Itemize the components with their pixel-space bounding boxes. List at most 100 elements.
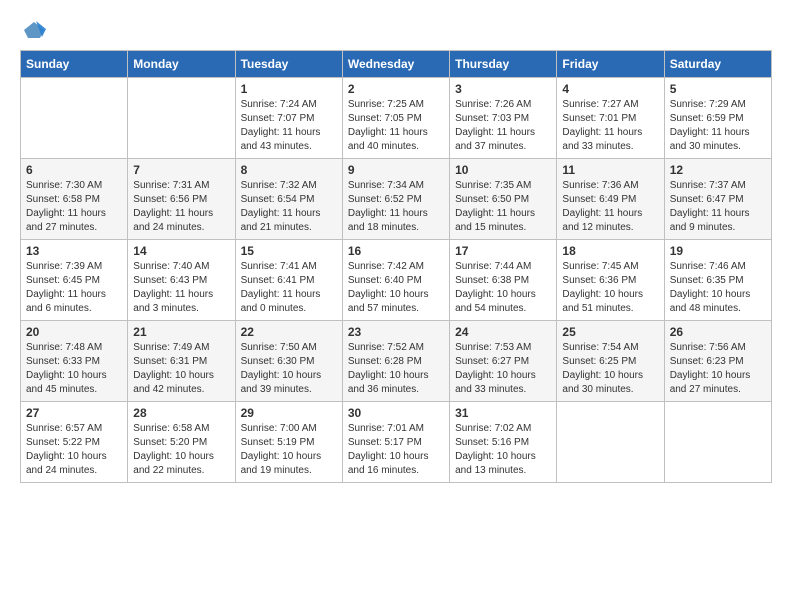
day-info: Sunrise: 7:30 AMSunset: 6:58 PMDaylight:… <box>26 179 122 235</box>
calendar-cell: 20 Sunrise: 7:48 AMSunset: 6:33 PMDayligh… <box>21 321 128 402</box>
day-number: 14 <box>133 244 229 258</box>
day-number: 29 <box>241 406 337 420</box>
calendar-cell: 10 Sunrise: 7:35 AMSunset: 6:50 PMDayligh… <box>450 159 557 240</box>
day-number: 16 <box>348 244 444 258</box>
calendar-cell: 30 Sunrise: 7:01 AMSunset: 5:17 PMDayligh… <box>342 402 449 483</box>
day-info: Sunrise: 7:31 AMSunset: 6:56 PMDaylight:… <box>133 179 229 235</box>
day-number: 23 <box>348 325 444 339</box>
calendar-cell <box>21 78 128 159</box>
day-info: Sunrise: 7:24 AMSunset: 7:07 PMDaylight:… <box>241 98 337 154</box>
calendar-cell: 18Sunrise: 7:45 AMSunset: 6:36 PMDayligh… <box>557 240 664 321</box>
day-info: Sunrise: 7:35 AMSunset: 6:50 PMDaylight:… <box>455 179 551 235</box>
calendar-header-row: SundayMondayTuesdayWednesdayThursdayFrid… <box>21 51 772 78</box>
calendar-cell: 28 Sunrise: 6:58 AMSunset: 5:20 PMDayligh… <box>128 402 235 483</box>
logo-icon <box>22 20 46 40</box>
day-info: Sunrise: 6:58 AMSunset: 5:20 PMDaylight:… <box>133 422 229 478</box>
weekday-header: Tuesday <box>235 51 342 78</box>
calendar-cell: 24 Sunrise: 7:53 AMSunset: 6:27 PMDayligh… <box>450 321 557 402</box>
day-number: 10 <box>455 163 551 177</box>
calendar-cell: 2 Sunrise: 7:25 AMSunset: 7:05 PMDaylight… <box>342 78 449 159</box>
day-number: 7 <box>133 163 229 177</box>
calendar-cell: 11 Sunrise: 7:36 AMSunset: 6:49 PMDayligh… <box>557 159 664 240</box>
day-info: Sunrise: 7:39 AMSunset: 6:45 PMDaylight:… <box>26 260 122 316</box>
day-info: Sunrise: 7:41 AMSunset: 6:41 PMDaylight:… <box>241 260 337 316</box>
calendar-cell: 1 Sunrise: 7:24 AMSunset: 7:07 PMDaylight… <box>235 78 342 159</box>
calendar-cell: 23 Sunrise: 7:52 AMSunset: 6:28 PMDayligh… <box>342 321 449 402</box>
calendar-week-row: 1 Sunrise: 7:24 AMSunset: 7:07 PMDaylight… <box>21 78 772 159</box>
weekday-header: Thursday <box>450 51 557 78</box>
calendar-cell: 31 Sunrise: 7:02 AMSunset: 5:16 PMDayligh… <box>450 402 557 483</box>
weekday-header: Friday <box>557 51 664 78</box>
day-info: Sunrise: 7:02 AMSunset: 5:16 PMDaylight:… <box>455 422 551 478</box>
calendar-cell: 9Sunrise: 7:34 AMSunset: 6:52 PMDaylight… <box>342 159 449 240</box>
calendar-week-row: 13 Sunrise: 7:39 AMSunset: 6:45 PMDayligh… <box>21 240 772 321</box>
calendar-cell: 5 Sunrise: 7:29 AMSunset: 6:59 PMDaylight… <box>664 78 771 159</box>
day-number: 11 <box>562 163 658 177</box>
calendar-week-row: 27 Sunrise: 6:57 AMSunset: 5:22 PMDayligh… <box>21 402 772 483</box>
day-info: Sunrise: 7:53 AMSunset: 6:27 PMDaylight:… <box>455 341 551 397</box>
day-info: Sunrise: 7:49 AMSunset: 6:31 PMDaylight:… <box>133 341 229 397</box>
day-number: 3 <box>455 82 551 96</box>
day-info: Sunrise: 7:32 AMSunset: 6:54 PMDaylight:… <box>241 179 337 235</box>
day-number: 13 <box>26 244 122 258</box>
calendar-cell: 26 Sunrise: 7:56 AMSunset: 6:23 PMDayligh… <box>664 321 771 402</box>
day-info: Sunrise: 7:27 AMSunset: 7:01 PMDaylight:… <box>562 98 658 154</box>
calendar-cell: 8 Sunrise: 7:32 AMSunset: 6:54 PMDaylight… <box>235 159 342 240</box>
calendar-week-row: 6 Sunrise: 7:30 AMSunset: 6:58 PMDaylight… <box>21 159 772 240</box>
day-number: 28 <box>133 406 229 420</box>
day-info: Sunrise: 6:57 AMSunset: 5:22 PMDaylight:… <box>26 422 122 478</box>
calendar-cell: 19Sunrise: 7:46 AMSunset: 6:35 PMDayligh… <box>664 240 771 321</box>
day-info: Sunrise: 7:01 AMSunset: 5:17 PMDaylight:… <box>348 422 444 478</box>
day-number: 9 <box>348 163 444 177</box>
day-info: Sunrise: 7:45 AMSunset: 6:36 PMDaylight:… <box>562 260 658 316</box>
weekday-header: Saturday <box>664 51 771 78</box>
calendar-table: SundayMondayTuesdayWednesdayThursdayFrid… <box>20 50 772 483</box>
calendar-cell: 12Sunrise: 7:37 AMSunset: 6:47 PMDayligh… <box>664 159 771 240</box>
day-number: 2 <box>348 82 444 96</box>
calendar-cell: 17 Sunrise: 7:44 AMSunset: 6:38 PMDayligh… <box>450 240 557 321</box>
day-info: Sunrise: 7:42 AMSunset: 6:40 PMDaylight:… <box>348 260 444 316</box>
calendar-cell: 29Sunrise: 7:00 AMSunset: 5:19 PMDayligh… <box>235 402 342 483</box>
day-number: 6 <box>26 163 122 177</box>
weekday-header: Sunday <box>21 51 128 78</box>
day-info: Sunrise: 7:25 AMSunset: 7:05 PMDaylight:… <box>348 98 444 154</box>
day-info: Sunrise: 7:48 AMSunset: 6:33 PMDaylight:… <box>26 341 122 397</box>
day-info: Sunrise: 7:37 AMSunset: 6:47 PMDaylight:… <box>670 179 766 235</box>
day-number: 17 <box>455 244 551 258</box>
day-number: 20 <box>26 325 122 339</box>
day-info: Sunrise: 7:46 AMSunset: 6:35 PMDaylight:… <box>670 260 766 316</box>
day-number: 31 <box>455 406 551 420</box>
day-info: Sunrise: 7:44 AMSunset: 6:38 PMDaylight:… <box>455 260 551 316</box>
calendar-cell: 25 Sunrise: 7:54 AMSunset: 6:25 PMDayligh… <box>557 321 664 402</box>
calendar-cell <box>664 402 771 483</box>
day-info: Sunrise: 7:40 AMSunset: 6:43 PMDaylight:… <box>133 260 229 316</box>
day-number: 26 <box>670 325 766 339</box>
calendar-cell <box>128 78 235 159</box>
day-info: Sunrise: 7:56 AMSunset: 6:23 PMDaylight:… <box>670 341 766 397</box>
calendar-cell: 7 Sunrise: 7:31 AMSunset: 6:56 PMDaylight… <box>128 159 235 240</box>
calendar-cell: 16 Sunrise: 7:42 AMSunset: 6:40 PMDayligh… <box>342 240 449 321</box>
day-number: 22 <box>241 325 337 339</box>
day-number: 5 <box>670 82 766 96</box>
day-info: Sunrise: 7:29 AMSunset: 6:59 PMDaylight:… <box>670 98 766 154</box>
day-info: Sunrise: 7:26 AMSunset: 7:03 PMDaylight:… <box>455 98 551 154</box>
calendar-cell <box>557 402 664 483</box>
calendar-cell: 27 Sunrise: 6:57 AMSunset: 5:22 PMDayligh… <box>21 402 128 483</box>
day-number: 27 <box>26 406 122 420</box>
day-info: Sunrise: 7:54 AMSunset: 6:25 PMDaylight:… <box>562 341 658 397</box>
calendar-cell: 21Sunrise: 7:49 AMSunset: 6:31 PMDayligh… <box>128 321 235 402</box>
day-number: 30 <box>348 406 444 420</box>
calendar-cell: 14 Sunrise: 7:40 AMSunset: 6:43 PMDayligh… <box>128 240 235 321</box>
calendar-week-row: 20 Sunrise: 7:48 AMSunset: 6:33 PMDayligh… <box>21 321 772 402</box>
weekday-header: Monday <box>128 51 235 78</box>
day-number: 25 <box>562 325 658 339</box>
calendar-cell: 15 Sunrise: 7:41 AMSunset: 6:41 PMDayligh… <box>235 240 342 321</box>
day-number: 24 <box>455 325 551 339</box>
day-info: Sunrise: 7:36 AMSunset: 6:49 PMDaylight:… <box>562 179 658 235</box>
day-number: 1 <box>241 82 337 96</box>
calendar-cell: 13 Sunrise: 7:39 AMSunset: 6:45 PMDayligh… <box>21 240 128 321</box>
logo <box>20 20 46 40</box>
day-number: 15 <box>241 244 337 258</box>
day-number: 8 <box>241 163 337 177</box>
day-info: Sunrise: 7:52 AMSunset: 6:28 PMDaylight:… <box>348 341 444 397</box>
